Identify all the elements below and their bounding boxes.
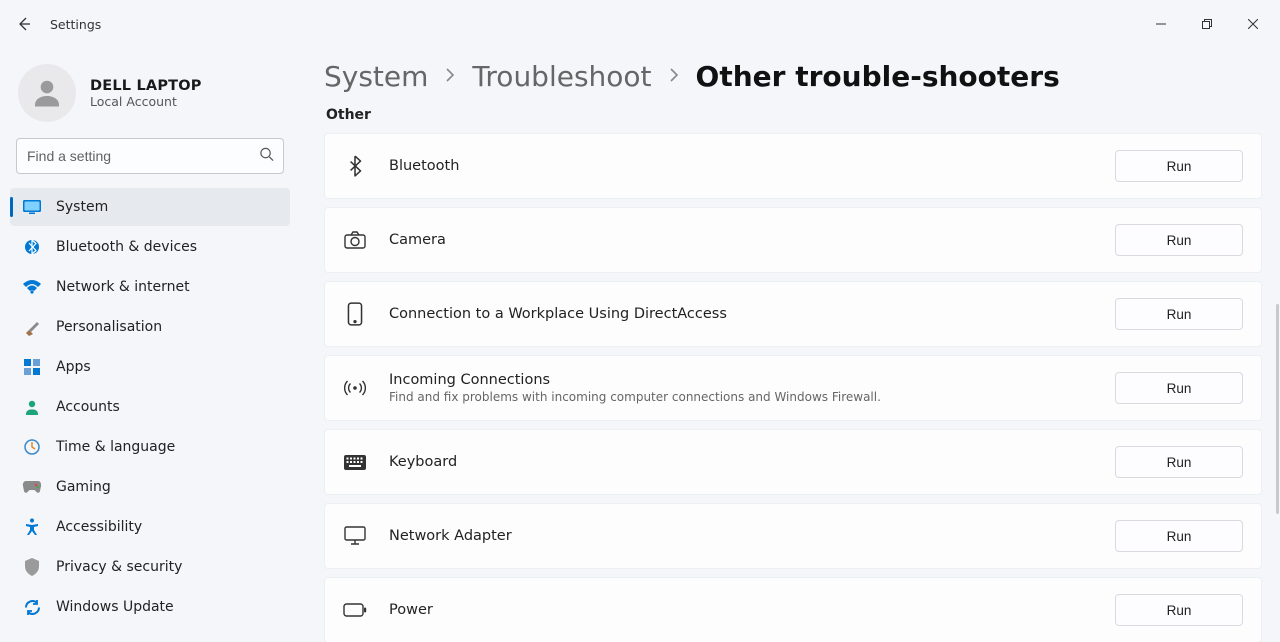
troubleshooter-title: Keyboard	[389, 454, 1093, 470]
troubleshooter-title: Power	[389, 602, 1093, 618]
sidebar-item-label: System	[56, 199, 108, 215]
display-icon	[22, 197, 42, 217]
run-button[interactable]: Run	[1115, 372, 1243, 404]
avatar	[18, 64, 76, 122]
run-button[interactable]: Run	[1115, 446, 1243, 478]
sidebar-item-label: Gaming	[56, 479, 111, 495]
search-wrap	[16, 138, 284, 174]
sidebar-item-label: Bluetooth & devices	[56, 239, 197, 255]
troubleshooter-bluetooth: Bluetooth Run	[324, 133, 1262, 199]
bluetooth-icon	[22, 237, 42, 257]
sidebar-item-gaming[interactable]: Gaming	[10, 468, 290, 506]
troubleshooter-list: Bluetooth Run Camera Run Connection to a	[324, 133, 1262, 642]
troubleshooter-title: Camera	[389, 232, 1093, 248]
run-button[interactable]: Run	[1115, 594, 1243, 626]
sidebar-item-label: Accounts	[56, 399, 120, 415]
person-icon	[22, 397, 42, 417]
gamepad-icon	[22, 477, 42, 497]
breadcrumb: System Troubleshoot Other trouble-shoote…	[324, 60, 1262, 93]
content: System Troubleshoot Other trouble-shoote…	[300, 48, 1280, 642]
troubleshooter-netadapter: Network Adapter Run	[324, 503, 1262, 569]
sidebar-item-label: Privacy & security	[56, 559, 182, 575]
sidebar-item-time[interactable]: Time & language	[10, 428, 290, 466]
breadcrumb-troubleshoot[interactable]: Troubleshoot	[472, 60, 651, 93]
shield-icon	[22, 557, 42, 577]
troubleshooter-power: Power Run	[324, 577, 1262, 642]
sidebar-item-privacy[interactable]: Privacy & security	[10, 548, 290, 586]
troubleshooter-title: Connection to a Workplace Using DirectAc…	[389, 306, 1093, 322]
update-icon	[22, 597, 42, 617]
sidebar-item-label: Accessibility	[56, 519, 142, 535]
user-sub: Local Account	[90, 94, 202, 109]
troubleshooter-title: Incoming Connections	[389, 372, 1093, 388]
run-button[interactable]: Run	[1115, 520, 1243, 552]
troubleshooter-incoming: Incoming Connections Find and fix proble…	[324, 355, 1262, 421]
scrollbar-thumb[interactable]	[1276, 304, 1279, 514]
troubleshooter-directaccess: Connection to a Workplace Using DirectAc…	[324, 281, 1262, 347]
person-icon	[29, 75, 65, 111]
sidebar-item-system[interactable]: System	[10, 188, 290, 226]
troubleshooter-subtitle: Find and fix problems with incoming comp…	[389, 390, 1093, 404]
titlebar: Settings	[0, 0, 1280, 48]
phone-icon	[343, 302, 367, 326]
sidebar-item-label: Time & language	[56, 439, 175, 455]
troubleshooter-camera: Camera Run	[324, 207, 1262, 273]
arrow-left-icon	[16, 16, 32, 32]
minimize-icon	[1156, 19, 1166, 29]
maximize-button[interactable]	[1184, 8, 1230, 40]
wifi-icon	[22, 277, 42, 297]
sidebar-item-accessibility[interactable]: Accessibility	[10, 508, 290, 546]
search-input[interactable]	[16, 138, 284, 174]
sidebar: DELL LAPTOP Local Account System Bluet	[0, 48, 300, 642]
back-button[interactable]	[4, 4, 44, 44]
user-block[interactable]: DELL LAPTOP Local Account	[6, 56, 294, 138]
chevron-right-icon	[442, 67, 458, 87]
breadcrumb-current: Other trouble-shooters	[696, 60, 1060, 93]
sidebar-item-personalisation[interactable]: Personalisation	[10, 308, 290, 346]
sidebar-item-network[interactable]: Network & internet	[10, 268, 290, 306]
sidebar-item-label: Network & internet	[56, 279, 190, 295]
maximize-icon	[1202, 19, 1212, 29]
troubleshooter-title: Network Adapter	[389, 528, 1093, 544]
breadcrumb-system[interactable]: System	[324, 60, 428, 93]
run-button[interactable]: Run	[1115, 224, 1243, 256]
paintbrush-icon	[22, 317, 42, 337]
app-title: Settings	[50, 17, 101, 32]
accessibility-icon	[22, 517, 42, 537]
close-button[interactable]	[1230, 8, 1276, 40]
battery-icon	[343, 598, 367, 622]
apps-icon	[22, 357, 42, 377]
camera-icon	[343, 228, 367, 252]
troubleshooter-title: Bluetooth	[389, 158, 1093, 174]
close-icon	[1248, 19, 1258, 29]
troubleshooter-keyboard: Keyboard Run	[324, 429, 1262, 495]
monitor-icon	[343, 524, 367, 548]
section-title: Other	[326, 107, 1262, 123]
sidebar-item-accounts[interactable]: Accounts	[10, 388, 290, 426]
run-button[interactable]: Run	[1115, 298, 1243, 330]
keyboard-icon	[343, 450, 367, 474]
clock-globe-icon	[22, 437, 42, 457]
run-button[interactable]: Run	[1115, 150, 1243, 182]
minimize-button[interactable]	[1138, 8, 1184, 40]
bluetooth-icon	[343, 154, 367, 178]
broadcast-icon	[343, 376, 367, 400]
sidebar-item-label: Personalisation	[56, 319, 162, 335]
user-name: DELL LAPTOP	[90, 78, 202, 94]
chevron-right-icon	[666, 67, 682, 87]
nav: System Bluetooth & devices Network & int…	[6, 188, 294, 626]
sidebar-item-label: Windows Update	[56, 599, 174, 615]
sidebar-item-label: Apps	[56, 359, 91, 375]
sidebar-item-apps[interactable]: Apps	[10, 348, 290, 386]
sidebar-item-update[interactable]: Windows Update	[10, 588, 290, 626]
sidebar-item-bluetooth[interactable]: Bluetooth & devices	[10, 228, 290, 266]
